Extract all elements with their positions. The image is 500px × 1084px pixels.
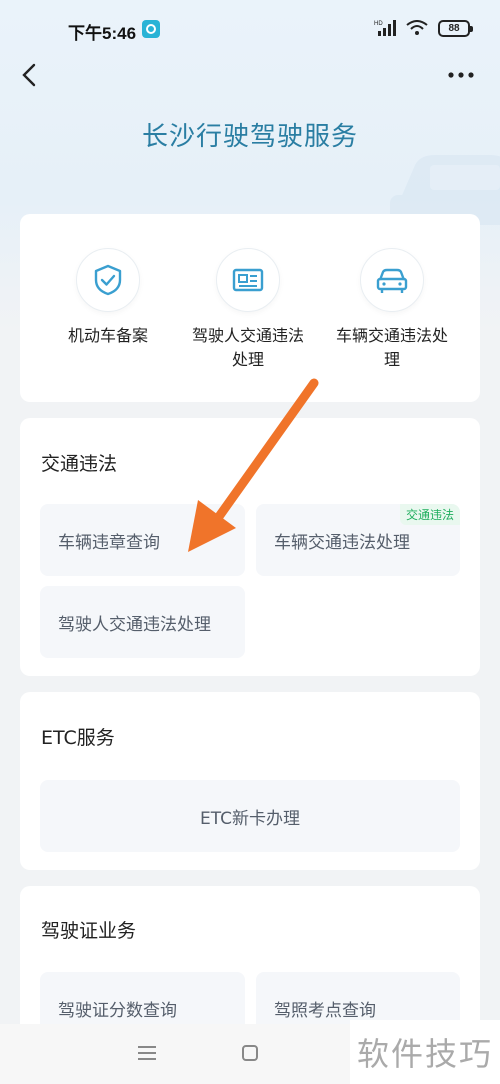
quick-action-driver-violation[interactable]: 驾驶人交通违法处理 (178, 248, 318, 372)
more-dots-icon (448, 72, 474, 78)
quick-action-vehicle-violation[interactable]: 车辆交通违法处理 (322, 248, 462, 372)
back-button[interactable] (14, 60, 44, 90)
traffic-violation-card: 交通违法 车辆违章查询 车辆交通违法处理 交通违法 驾驶人交通违法处理 (20, 418, 480, 676)
page-title: 长沙行驶驾驶服务 (141, 122, 358, 152)
tile-driver-violation-process[interactable]: 驾驶人交通违法处理 (40, 586, 245, 658)
quick-action-label: 驾驶人交通违法处理 (191, 326, 304, 369)
home-icon[interactable] (242, 1045, 258, 1061)
tile-label: 车辆违章查询 (58, 532, 160, 553)
tile-badge: 交通违法 (399, 504, 460, 525)
tile-label: 驾照考点查询 (274, 1000, 376, 1021)
status-time: 下午5:46 (68, 24, 137, 43)
network-badge: HD (374, 21, 383, 27)
battery-indicator: 88 (438, 19, 473, 37)
status-bar: 下午5:46 HD 88 (0, 0, 500, 60)
section-title: 交通违法 (41, 453, 118, 475)
wifi-icon (406, 20, 428, 35)
car-icon (376, 268, 408, 293)
tile-label: ETC新卡办理 (200, 808, 300, 829)
tile-label: 驾驶人交通违法处理 (58, 614, 211, 635)
more-button[interactable] (446, 62, 476, 88)
tile-etc-new-card[interactable]: ETC新卡办理 (40, 780, 460, 852)
shield-check-icon (94, 264, 122, 296)
etc-card: ETC服务 ETC新卡办理 (20, 692, 480, 870)
tile-vehicle-violation-query[interactable]: 车辆违章查询 (40, 504, 245, 576)
quick-actions-card: 机动车备案 驾驶人交通违法处理 车辆交通违法处理 (20, 214, 480, 402)
section-title: ETC服务 (41, 727, 115, 749)
section-title: 驾驶证业务 (41, 920, 137, 942)
tile-label: 驾驶证分数查询 (58, 1000, 177, 1021)
chevron-left-icon (22, 63, 36, 87)
watermark-text: 软件技巧 (350, 1020, 500, 1084)
menu-icon[interactable] (138, 1046, 156, 1060)
id-card-icon (232, 268, 264, 292)
tile-label: 车辆交通违法处理 (274, 532, 410, 553)
signal-icon: HD (374, 20, 396, 36)
status-indicators: HD 88 (374, 19, 473, 37)
quick-action-icon-wrap (76, 248, 140, 312)
app-notification-icon (142, 20, 160, 38)
quick-action-vehicle-record[interactable]: 机动车备案 (38, 248, 178, 348)
quick-action-label: 机动车备案 (67, 326, 148, 345)
quick-action-label: 车辆交通违法处理 (335, 326, 448, 369)
tile-vehicle-violation-process[interactable]: 车辆交通违法处理 交通违法 (256, 504, 460, 576)
quick-action-icon-wrap (216, 248, 280, 312)
quick-action-icon-wrap (360, 248, 424, 312)
